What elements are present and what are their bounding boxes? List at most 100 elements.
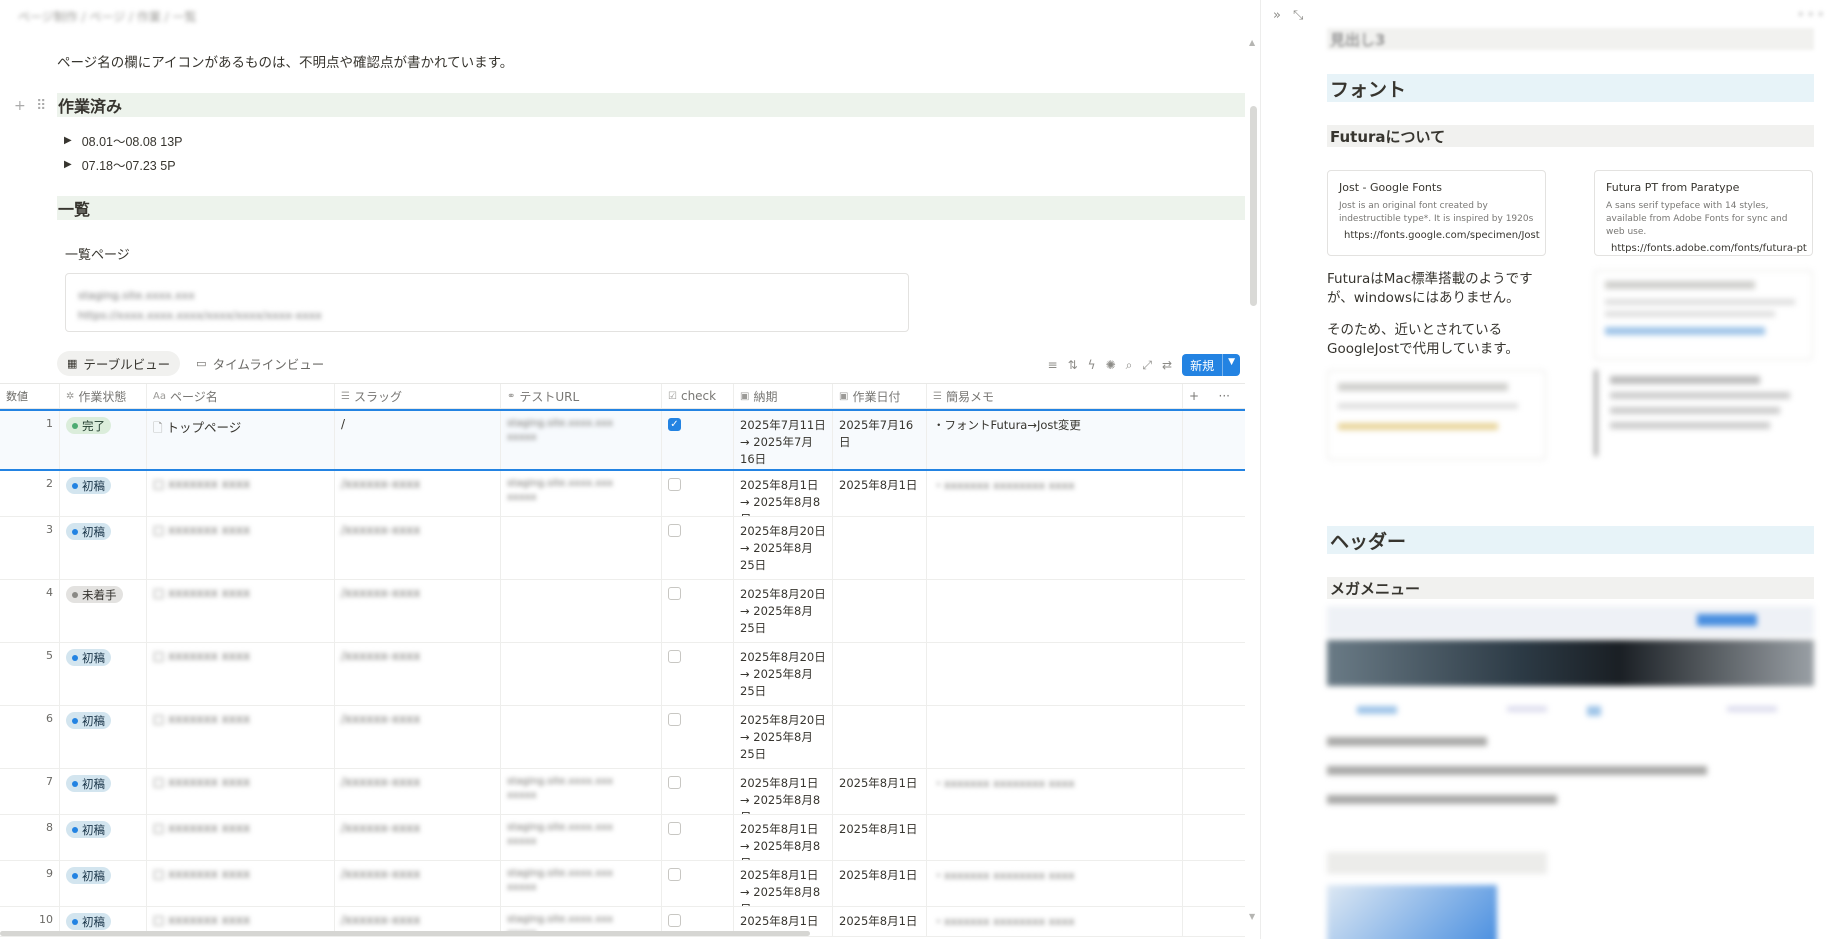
table-row[interactable]: 9 初稿 □ xxxxxxx xxxx/xxxxxx-xxxx staging.sit… [0, 861, 1245, 907]
status-badge[interactable]: 初稿 [66, 867, 111, 884]
table-row[interactable]: 3 初稿 □ xxxxxxx xxxx/xxxxxx-xxxx 2025年8月20日 … [0, 517, 1245, 580]
checkbox[interactable] [668, 914, 681, 927]
status-badge[interactable]: 初稿 [66, 477, 111, 494]
cell-due[interactable]: 2025年8月20日 → 2025年8月25日 [734, 517, 833, 579]
cell-work-date[interactable] [833, 643, 927, 705]
status-badge[interactable]: 初稿 [66, 775, 111, 792]
toggle-block-2[interactable]: ▶ 07.18〜07.23 5P [64, 155, 176, 174]
status-badge[interactable]: 初稿 [66, 913, 111, 930]
cell-memo[interactable] [927, 643, 1183, 705]
toggle-arrow-icon[interactable]: ▶ [64, 135, 72, 146]
cell-memo[interactable]: ・フォントFutura→Jost変更 [927, 411, 1183, 469]
bookmark-card-futura[interactable]: Futura PT from Paratype A sans serif typ… [1594, 170, 1813, 256]
cell-work-date[interactable] [833, 580, 927, 642]
cell-work-date[interactable]: 2025年8月1日 [833, 861, 927, 906]
cell-due[interactable]: 2025年8月1日 → 2025年8月8日 [734, 769, 833, 814]
cell-slug[interactable]: / [335, 411, 501, 469]
cell-check[interactable] [662, 769, 734, 814]
cell-work-date[interactable] [833, 706, 927, 768]
cell-due[interactable]: 2025年8月20日 → 2025年8月25日 [734, 643, 833, 705]
cell-status[interactable]: 初稿 [60, 471, 147, 516]
ai-icon[interactable]: ✺ [1106, 358, 1116, 372]
table-row[interactable]: 2 初稿 □ xxxxxxx xxxx/xxxxxx-xxxx staging.sit… [0, 471, 1245, 517]
cell-memo[interactable]: ・xxxxxxx xxxxxxxx xxxx [927, 471, 1183, 516]
cell-check[interactable] [662, 580, 734, 642]
cell-page-name[interactable]: □ xxxxxxx xxxx [147, 580, 335, 642]
chevron-down-icon[interactable]: ▼ [1222, 354, 1240, 376]
status-badge[interactable]: 初稿 [66, 523, 111, 540]
cell-status[interactable]: 完了 [60, 411, 147, 469]
cell-test-url[interactable]: staging.site.xxxx.xxxxxxxx [501, 861, 662, 906]
checkbox[interactable] [668, 822, 681, 835]
cell-test-url[interactable] [501, 706, 662, 768]
col-header-number[interactable]: 数値 [0, 384, 60, 408]
cell-page-name[interactable]: □ xxxxxxx xxxx [147, 471, 335, 516]
checkbox[interactable] [668, 868, 681, 881]
cell-page-name[interactable]: □ xxxxxxx xxxx [147, 643, 335, 705]
status-badge[interactable]: 完了 [66, 417, 111, 434]
sort-icon[interactable]: ⇅ [1068, 358, 1078, 372]
cell-slug[interactable]: /xxxxxx-xxxx [335, 643, 501, 705]
table-row[interactable]: 6 初稿 □ xxxxxxx xxxx/xxxxxx-xxxx 2025年8月20日 … [0, 706, 1245, 769]
cell-test-url[interactable]: staging.site.xxxx.xxxxxxxx [501, 471, 662, 516]
col-header-due[interactable]: ▣ 納期 [734, 384, 833, 408]
table-row[interactable]: 8 初稿 □ xxxxxxx xxxx/xxxxxx-xxxx staging.sit… [0, 815, 1245, 861]
horizontal-scrollbar[interactable] [0, 931, 810, 936]
cell-slug[interactable]: /xxxxxx-xxxx [335, 580, 501, 642]
cell-memo[interactable] [927, 706, 1183, 768]
cell-slug[interactable]: /xxxxxx-xxxx [335, 471, 501, 516]
cell-memo[interactable] [927, 815, 1183, 860]
checkbox[interactable] [668, 713, 681, 726]
cell-status[interactable]: 初稿 [60, 815, 147, 860]
checkbox[interactable] [668, 524, 681, 537]
cell-page-name[interactable]: □ xxxxxxx xxxx [147, 769, 335, 814]
cell-page-name[interactable]: □ xxxxxxx xxxx [147, 706, 335, 768]
checkbox[interactable] [668, 478, 681, 491]
cell-due[interactable]: 2025年8月20日 → 2025年8月25日 [734, 706, 833, 768]
col-header-page-name[interactable]: Aa ページ名 [147, 384, 335, 408]
cell-status[interactable]: 初稿 [60, 769, 147, 814]
cell-test-url[interactable]: staging.site.xxxx.xxxxxxxx [501, 815, 662, 860]
cell-slug[interactable]: /xxxxxx-xxxx [335, 769, 501, 814]
cell-memo[interactable] [927, 580, 1183, 642]
cell-work-date[interactable]: 2025年7月16日 [833, 411, 927, 469]
automation-icon[interactable]: ϟ [1088, 358, 1096, 372]
cell-work-date[interactable]: 2025年8月1日 [833, 815, 927, 860]
cell-work-date[interactable] [833, 517, 927, 579]
bookmark-block[interactable]: staging.site.xxxx.xxx https://xxxx.xxxx.… [65, 273, 909, 332]
block-handle-icon[interactable]: + ⠿ [14, 98, 49, 114]
table-row[interactable]: 1 完了 🗋 トップページ / staging.site.xxxx.xxx xxxxx ✓ 2… [0, 409, 1245, 471]
tab-table-view[interactable]: ▦ テーブルビュー [57, 351, 181, 376]
cell-memo[interactable]: ・xxxxxxx xxxxxxxx xxxx [927, 861, 1183, 906]
cell-page-name[interactable]: □ xxxxxxx xxxx [147, 815, 335, 860]
cell-status[interactable]: 初稿 [60, 861, 147, 906]
cell-check[interactable] [662, 517, 734, 579]
cell-page-name[interactable]: □ xxxxxxx xxxx [147, 861, 335, 906]
checkbox[interactable] [668, 776, 681, 789]
toggle-block-1[interactable]: ▶ 08.01〜08.08 13P [64, 131, 182, 150]
cell-due[interactable]: 2025年8月1日 → 2025年8月8日 [734, 815, 833, 860]
status-badge[interactable]: 初稿 [66, 712, 111, 729]
col-header-check[interactable]: ☑ check [662, 384, 734, 408]
cell-status[interactable]: 未着手 [60, 580, 147, 642]
expand-icon[interactable]: ⤡ [1293, 8, 1303, 23]
cell-page-name[interactable]: 🗋 トップページ [147, 411, 335, 469]
cell-check[interactable] [662, 471, 734, 516]
cell-test-url[interactable] [501, 517, 662, 579]
page-title[interactable]: トップページ [166, 420, 241, 435]
cell-test-url[interactable]: staging.site.xxxx.xxxxxxxx [501, 411, 662, 469]
peek-menu[interactable]: • • • [1798, 8, 1824, 21]
new-button[interactable]: 新規 ▼ [1182, 354, 1240, 376]
cell-slug[interactable]: /xxxxxx-xxxx [335, 861, 501, 906]
bookmark-card-jost[interactable]: Jost - Google Fonts Jost is an original … [1327, 170, 1546, 256]
cell-test-url[interactable] [501, 643, 662, 705]
add-column-icon[interactable]: + [1189, 389, 1199, 403]
cell-work-date[interactable]: 2025年8月1日 [833, 907, 927, 936]
tab-timeline-view[interactable]: ▭ タイムラインビュー [186, 351, 334, 376]
cell-due[interactable]: 2025年8月20日 → 2025年8月25日 [734, 580, 833, 642]
expand-icon[interactable]: ⤢ [1142, 358, 1152, 373]
table-row[interactable]: 7 初稿 □ xxxxxxx xxxx/xxxxxx-xxxx staging.sit… [0, 769, 1245, 815]
cell-check[interactable] [662, 861, 734, 906]
search-icon[interactable]: ⌕ [1126, 358, 1133, 373]
filter-icon[interactable]: ≡ [1048, 358, 1058, 372]
